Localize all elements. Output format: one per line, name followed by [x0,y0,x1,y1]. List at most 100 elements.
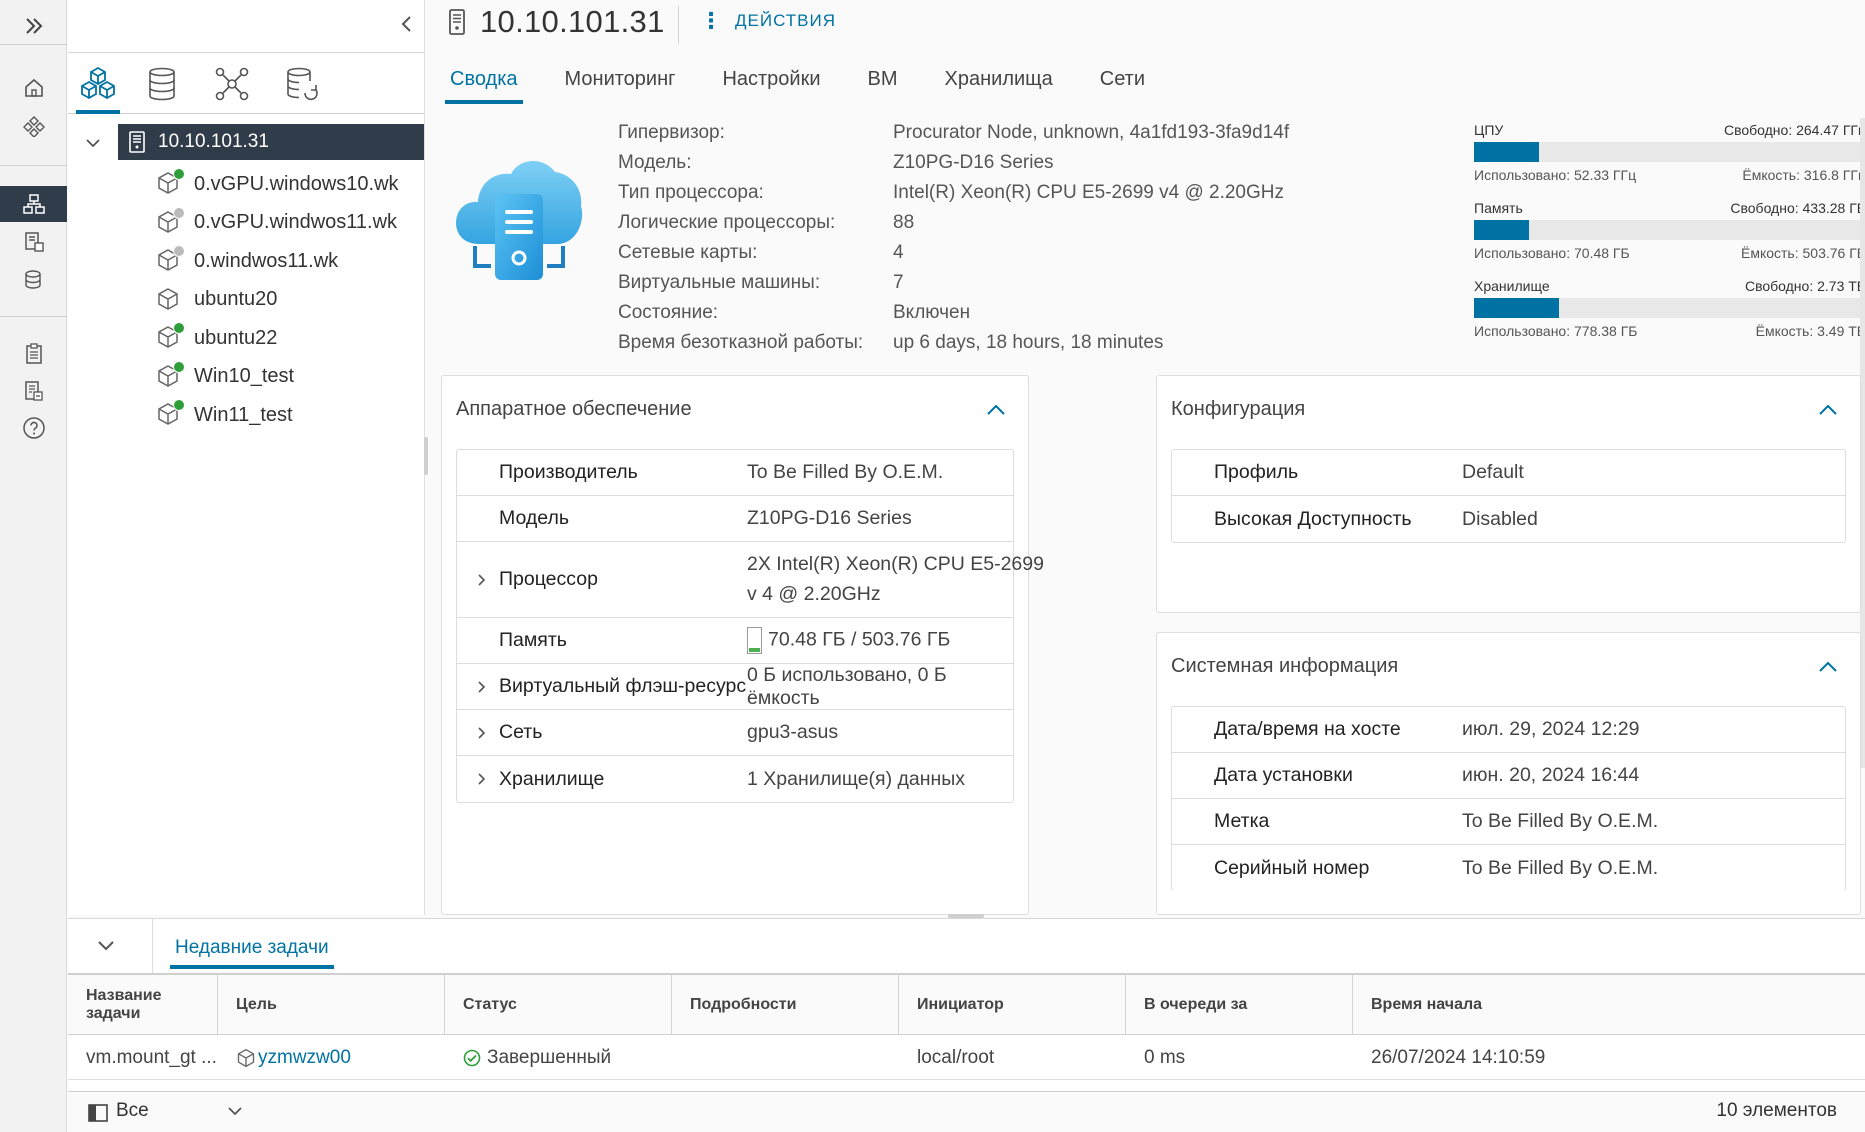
expand-chevron-right-icon[interactable] [475,772,489,786]
actions-label: ДЕЙСТВИЯ [735,11,837,30]
meter-fill [1474,220,1529,240]
row-value: To Be Filled By O.E.M. [1462,810,1658,833]
double-chevron-right-icon[interactable] [0,8,67,44]
network-tab-icon[interactable] [202,58,262,110]
system-info-card-title: Системная информация [1171,655,1399,677]
vm-icon [236,1048,256,1068]
collapse-navigator-chevron-left-icon[interactable] [394,12,418,36]
table-row: Метка To Be Filled By O.E.M. [1172,799,1845,845]
tab-0[interactable]: Сводка [445,62,523,104]
summary-info: Гипервизор: Procurator Node, unknown, 4a1… [618,122,1289,362]
help-icon[interactable] [0,410,67,446]
tree-item-vm[interactable]: Win11_test [156,397,424,433]
home-icon[interactable] [0,70,67,106]
task-initiator: local/root [917,1047,995,1068]
summary-row: Тип процессора: Intel(R) Xeon(R) CPU E5-2… [618,182,1289,212]
column-header[interactable]: Время начала [1353,975,1865,1035]
actions-menu-button[interactable]: ⋮ ДЕЙСТВИЯ [700,8,837,33]
resource-meters: ЦПУ Свободно: 264.47 ГГц Использовано: 52.… [1474,122,1865,356]
column-header[interactable]: Цель [218,975,445,1035]
main-content: 10.10.101.31 ⋮ ДЕЙСТВИЯ Сводка Мониторинг… [428,0,1865,915]
task-target-link[interactable]: yzmwzw00 [258,1047,351,1069]
vertical-ellipsis-icon: ⋮ [700,8,723,33]
summary-row: Гипервизор: Procurator Node, unknown, 4a1… [618,122,1289,152]
table-row[interactable]: Виртуальный флэш-ресурс 0 Б использовано,… [457,664,1013,710]
suspended-badge-icon [173,206,185,219]
summary-value: Включен [893,302,971,323]
table-cell [672,1036,899,1080]
tree-item-vm[interactable]: 0.vGPU.windwos11.wk [156,205,424,241]
table-row[interactable]: Хранилище 1 Хранилище(я) данных [457,756,1013,802]
table-cell: local/root [899,1036,1126,1080]
vm-icon [156,287,182,313]
powered-on-badge-icon [173,322,185,334]
configuration-card-title: Конфигурация [1171,398,1306,420]
column-header[interactable]: Статус [445,975,672,1035]
powered-on-badge-icon [173,360,185,373]
expand-chevron-right-icon[interactable] [475,573,489,587]
tab-recent-tasks[interactable]: Недавние задачи [170,937,334,969]
filter-chevron-down-icon[interactable] [226,1104,244,1118]
meter-used: Использовано: 52.33 ГГц [1474,167,1637,183]
tree-root-host[interactable]: 10.10.101.31 [118,124,424,160]
collapse-chevron-up-icon[interactable] [1816,655,1840,679]
resource-meter: Хранилище Свободно: 2.73 ТБ Использовано: … [1474,278,1865,356]
hosts-clusters-icon[interactable] [0,186,67,222]
row-value: Z10PG-D16 Series [747,507,912,530]
tab-4[interactable]: Хранилища [940,62,1058,104]
recent-tasks-panel: Недавние задачи Название задачи Цель Стату… [68,918,1865,1132]
column-header[interactable]: Название задачи [68,975,218,1035]
table-row: Память 70.48 ГБ / 503.76 ГБ [457,618,1013,664]
expand-chevron-right-icon[interactable] [475,726,489,740]
hosts-clusters-tab-icon[interactable] [68,58,128,114]
tree-item-vm[interactable]: 0.vGPU.windows10.wk [156,166,424,202]
toggle-panel-icon[interactable] [88,1104,108,1122]
table-row: Серийный номер To Be Filled By O.E.M. [1172,845,1845,891]
meter-used: Использовано: 778.38 ГБ [1474,323,1638,339]
column-header[interactable]: Подробности [672,975,899,1035]
storage-icon[interactable] [0,262,67,298]
table-row[interactable]: Процессор 2X Intel(R) Xeon(R) CPU E5-2699… [457,542,1044,618]
powered-on-badge-icon [173,399,185,411]
tree-collapse-chevron-down-icon[interactable] [84,134,102,152]
summary-value: Z10PG-D16 Series [893,152,1054,173]
tab-5[interactable]: Сети [1095,62,1150,104]
table-cell: 26/07/2024 14:10:59 [1353,1036,1865,1080]
collapse-chevron-up-icon[interactable] [984,398,1008,422]
task-start-time: 26/07/2024 14:10:59 [1371,1047,1546,1068]
meter-free: Свободно: 433.28 ГБ [1730,200,1865,216]
tree-root-label: 10.10.101.31 [158,131,269,152]
configuration-card: Конфигурация Профиль Default Высокая Досту… [1156,375,1861,613]
tree-item-vm[interactable]: ubuntu20 [156,282,424,318]
tree-item-label: ubuntu20 [194,288,278,310]
row-value-link[interactable]: 1 Хранилище(я) данных [747,768,965,791]
tasks-icon[interactable] [0,336,67,372]
table-row[interactable]: vm.mount_gt ... yzmwzw00 Завершенный local/… [68,1036,1865,1080]
expand-chevron-right-icon[interactable] [475,680,489,694]
table-row[interactable]: Сеть gpu3-asus [457,710,1013,756]
tab-1[interactable]: Мониторинг [560,62,681,104]
events-icon[interactable] [0,373,67,409]
vms-templates-icon[interactable] [0,224,67,260]
column-header[interactable]: Инициатор [899,975,1126,1035]
tree-item-vm[interactable]: Win10_test [156,359,424,395]
column-header[interactable]: В очереди за [1126,975,1353,1035]
suspended-badge-icon [173,245,185,257]
tree-item-vm[interactable]: ubuntu22 [156,320,424,356]
storage-tab-icon[interactable] [132,58,192,110]
tree-item-vm[interactable]: 0.windwos11.wk [156,243,424,279]
tab-3[interactable]: ВМ [863,62,903,104]
shortcuts-icon[interactable] [0,108,67,144]
summary-value: 7 [893,272,904,293]
summary-value: Intel(R) Xeon(R) CPU E5-2699 v4 @ 2.20GH… [893,182,1284,203]
summary-row: Модель: Z10PG-D16 Series [618,152,1289,182]
filter-select-value[interactable]: Все [116,1100,149,1122]
collapse-chevron-up-icon[interactable] [1816,398,1840,422]
meter-bar [1474,220,1865,240]
summary-label: Тип процессора: [618,182,764,203]
tab-2[interactable]: Настройки [717,62,825,104]
content-libraries-tab-icon[interactable] [272,58,332,110]
meter-name: Хранилище [1474,278,1550,294]
meter-fill [1474,142,1539,162]
collapse-tasks-chevron-down-icon[interactable] [94,933,118,957]
